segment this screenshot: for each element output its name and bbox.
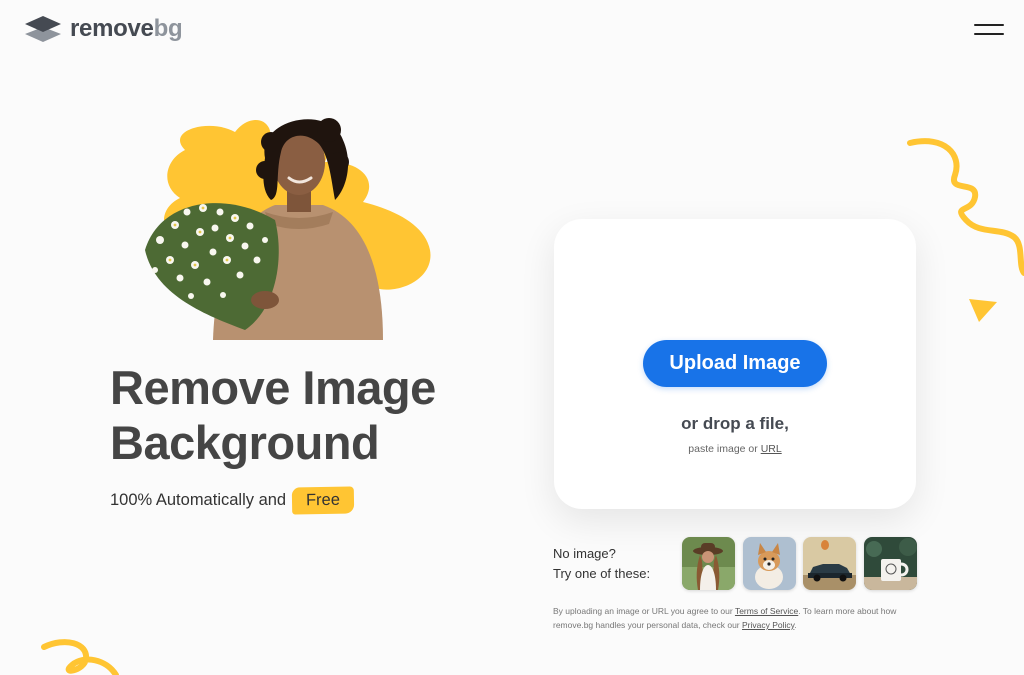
samples-label-line-2: Try one of these:	[553, 566, 651, 581]
mug-sample-icon	[864, 537, 917, 590]
legal-text-3: .	[794, 620, 797, 630]
logo-text: removebg	[70, 15, 183, 42]
title-line-1: Remove Image	[110, 361, 436, 414]
sample-thumb-woman[interactable]	[682, 537, 735, 590]
logo-layers-icon	[25, 16, 61, 42]
upload-image-button[interactable]: Upload Image	[643, 340, 827, 387]
hero-subtitle: 100% Automatically and Free	[110, 486, 355, 515]
legal-text-1: By uploading an image or URL you agree t…	[553, 606, 733, 616]
logo[interactable]: removebg	[24, 14, 183, 44]
samples-label-line-1: No image?	[553, 546, 616, 561]
woman-hat-sample-icon	[682, 537, 735, 590]
samples-label: No image? Try one of these:	[553, 544, 650, 584]
logo-text-secondary: bg	[153, 15, 183, 42]
page-title: Remove Image Background	[110, 360, 530, 470]
terms-of-service-link[interactable]: Terms of Service	[735, 606, 798, 616]
sample-thumb-dog[interactable]	[743, 537, 796, 590]
upload-card[interactable]: Upload Image or drop a file, paste image…	[554, 219, 916, 509]
logo-text-primary: remove	[70, 15, 154, 42]
triangle-decoration-icon	[969, 299, 997, 322]
paste-prefix: paste image or	[688, 443, 758, 455]
sample-thumb-car[interactable]	[803, 537, 856, 590]
subtitle-text: 100% Automatically and	[110, 491, 287, 509]
legal-notice: By uploading an image or URL you agree t…	[553, 604, 925, 632]
title-line-2: Background	[110, 416, 380, 469]
squiggle-bottom-decoration-icon	[41, 639, 119, 675]
squiggle-decoration-icon	[907, 138, 1024, 276]
sample-thumb-mug[interactable]	[864, 537, 917, 590]
hero-woman-flowers-image	[145, 118, 431, 340]
privacy-policy-link[interactable]: Privacy Policy	[742, 620, 794, 630]
dog-sample-icon	[743, 537, 796, 590]
drop-file-text: or drop a file,	[681, 414, 789, 433]
car-sample-icon	[803, 537, 856, 590]
paste-hint: paste image or URL	[554, 443, 916, 455]
url-link[interactable]: URL	[761, 443, 782, 455]
hamburger-menu-icon[interactable]	[974, 18, 1004, 40]
free-badge: Free	[291, 486, 355, 515]
